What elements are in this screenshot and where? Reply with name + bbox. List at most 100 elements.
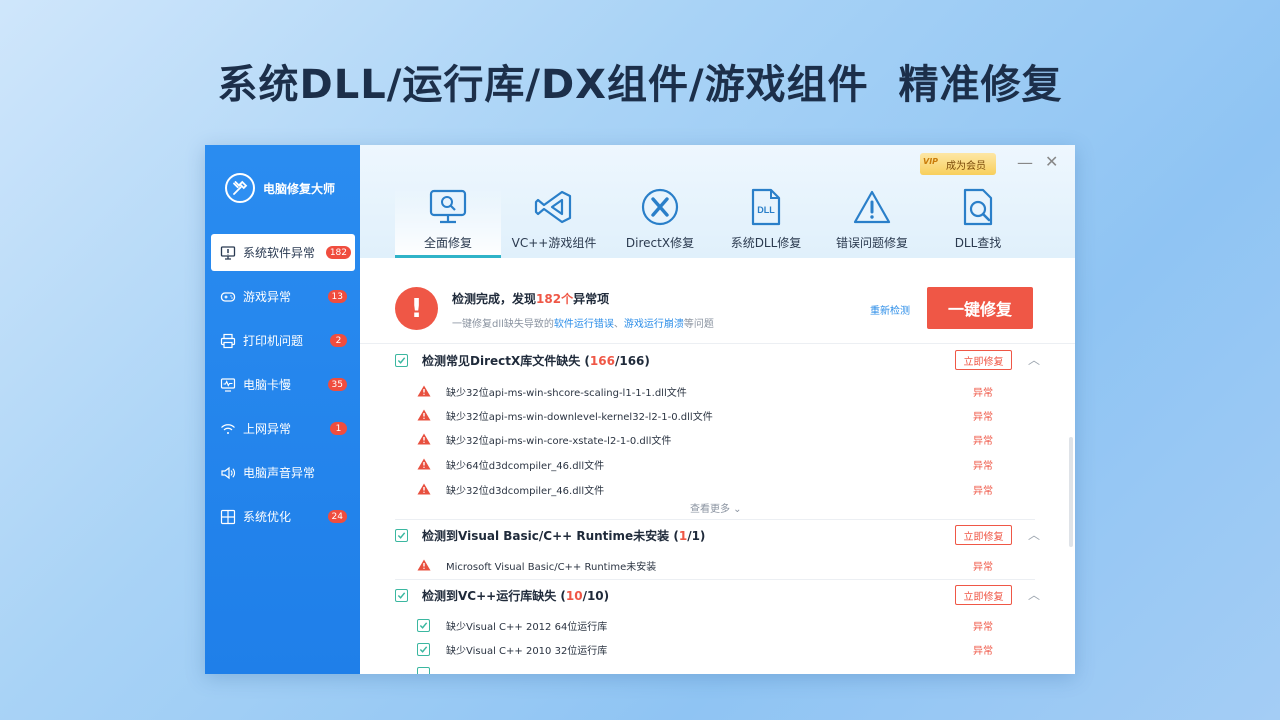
section-checkbox[interactable] [395,528,408,542]
collapse-chevron-icon[interactable]: ︿ [1028,526,1040,543]
sidebar-item-optimize[interactable]: 系统优化 24 [211,498,355,535]
fix-now-button[interactable]: 立即修复 [955,585,1012,605]
printer-icon [219,332,237,350]
sidebar-item-label: 游戏异常 [243,290,292,304]
list-item: 缺少Visual C++ 2012 64位运行库 异常 [417,613,1017,637]
item-checkbox[interactable] [417,642,430,656]
list-item: 缺少32位api-ms-win-downlevel-kernel32-l2-1-… [417,403,1017,427]
status-label: 异常 [973,645,993,657]
scrollbar[interactable] [1069,437,1073,547]
link-software-error[interactable]: 软件运行错误 [554,319,614,330]
vip-button[interactable]: VIP 成为会员 [920,153,996,175]
sidebar-item-label: 电脑卡慢 [243,378,292,392]
gamepad-icon [219,288,237,306]
sidebar-item-label: 电脑声音异常 [243,466,316,480]
collapse-chevron-icon[interactable]: ︿ [1028,351,1040,368]
section-title: 检测常见DirectX库文件缺失 (166/166) [422,353,650,368]
wifi-icon [219,420,237,438]
status-label: 异常 [973,561,993,573]
item-checkbox[interactable] [417,618,430,632]
collapse-chevron-icon[interactable]: ︿ [1028,586,1040,603]
sidebar-item-slow[interactable]: 电脑卡慢 35 [211,366,355,403]
headline: 系统DLL/运行库/DX组件/游戏组件 精准修复 [217,62,1063,108]
status-label: 异常 [973,485,993,497]
status-label: 异常 [973,621,993,633]
sidebar-item-network[interactable]: 上网异常 1 [211,410,355,447]
issue-count: 182个 [536,292,574,306]
tab-dll-search[interactable]: DLL查找 [925,187,1031,258]
close-icon[interactable]: ✕ [1045,152,1058,171]
list-item: Microsoft Visual Basic/C++ Runtime未安装 异常 [417,553,1017,577]
main-content: ! 检测完成，发现182个异常项 一键修复dll缺失导致的软件运行错误、游戏运行… [360,258,1075,674]
status-label: 异常 [973,387,993,399]
minimize-icon[interactable]: — [1017,153,1033,172]
list-item: 缺少Visual C++ 2010 32位运行库 异常 [417,637,1017,661]
list-item: 缺少32位api-ms-win-core-xstate-l2-1-0.dll文件… [417,427,1017,451]
sidebar: 电脑修复大师 系统软件异常 182 游戏异常 13 打印机问题 2 电脑卡慢 3… [205,145,360,674]
tab-directx[interactable]: DirectX修复 [607,187,713,258]
section-checkbox[interactable] [395,353,408,367]
fix-all-button[interactable]: 一键修复 [927,287,1033,329]
summary-title: 检测完成，发现182个异常项 [452,292,610,306]
alert-icon: ! [395,287,438,330]
issue-sections: 检测常见DirectX库文件缺失 (166/166) 立即修复 ︿ 缺少32位a… [360,345,1075,674]
status-label: 异常 [973,411,993,423]
visual-studio-icon [501,187,607,227]
sidebar-item-game[interactable]: 游戏异常 13 [211,278,355,315]
app-name: 电脑修复大师 [263,181,336,196]
pulse-monitor-icon [219,376,237,394]
tab-label: 全面修复 [423,236,472,250]
vip-crown-icon: VIP [923,157,939,166]
sidebar-item-label: 系统软件异常 [243,246,316,260]
tab-label: 错误问题修复 [835,236,908,250]
warning-icon [417,385,431,397]
tab-label: VC++游戏组件 [511,236,597,250]
tab-system-dll[interactable]: DLL 系统DLL修复 [713,187,819,258]
warning-icon [417,483,431,495]
app-window: 电脑修复大师 系统软件异常 182 游戏异常 13 打印机问题 2 电脑卡慢 3… [205,145,1075,674]
count-badge: 2 [330,334,347,347]
scan-summary: ! 检测完成，发现182个异常项 一键修复dll缺失导致的软件运行错误、游戏运行… [360,258,1075,344]
monitor-alert-icon [219,244,237,262]
vip-label: 成为会员 [946,160,986,172]
status-label: 异常 [973,460,993,472]
warning-triangle-icon [819,187,925,227]
monitor-search-icon [395,187,501,227]
windows-icon [219,508,237,526]
section-vc-runtime: 检测到VC++运行库缺失 (10/10) 立即修复 ︿ [395,580,1040,610]
warning-icon [417,433,431,445]
link-game-crash[interactable]: 游戏运行崩溃 [624,319,684,330]
sidebar-item-software[interactable]: 系统软件异常 182 [211,234,355,271]
tab-label: DirectX修复 [625,236,695,250]
file-search-icon [925,187,1031,227]
fix-now-button[interactable]: 立即修复 [955,350,1012,370]
top-toolbar: VIP 成为会员 — ✕ 全面修复 VC++游戏组件 DirectX修复 DLL… [360,145,1075,258]
section-checkbox[interactable] [395,588,408,602]
sidebar-item-label: 打印机问题 [243,334,304,348]
list-item: 缺少32位d3dcompiler_46.dll文件 异常 [417,477,1017,501]
wrench-screwdriver-icon [225,173,255,203]
sidebar-item-sound[interactable]: 电脑声音异常 [211,454,355,491]
warning-icon [417,458,431,470]
rescan-link[interactable]: 重新检测 [870,302,910,317]
fix-now-button[interactable]: 立即修复 [955,525,1012,545]
tab-label: DLL查找 [954,236,1002,250]
warning-icon [417,409,431,421]
item-checkbox[interactable] [417,666,430,674]
section-title: 检测到Visual Basic/C++ Runtime未安装 (1/1) [422,528,706,543]
count-badge: 35 [327,378,347,391]
directx-icon [607,187,713,227]
sidebar-item-printer[interactable]: 打印机问题 2 [211,322,355,359]
tab-error-repair[interactable]: 错误问题修复 [819,187,925,258]
tab-full-repair[interactable]: 全面修复 [395,187,501,258]
feature-tabs: 全面修复 VC++游戏组件 DirectX修复 DLL 系统DLL修复 错误问题… [395,187,1075,258]
count-badge: 24 [327,510,347,523]
sidebar-item-label: 系统优化 [243,510,292,524]
show-more-link[interactable]: 查看更多 ⌄ [690,500,742,515]
sidebar-item-label: 上网异常 [243,422,292,436]
tab-vc-components[interactable]: VC++游戏组件 [501,187,607,258]
section-title: 检测到VC++运行库缺失 (10/10) [422,588,610,603]
list-item-partial [417,661,1017,674]
list-item: 缺少64位d3dcompiler_46.dll文件 异常 [417,452,1017,476]
section-vb-runtime: 检测到Visual Basic/C++ Runtime未安装 (1/1) 立即修… [395,520,1040,550]
